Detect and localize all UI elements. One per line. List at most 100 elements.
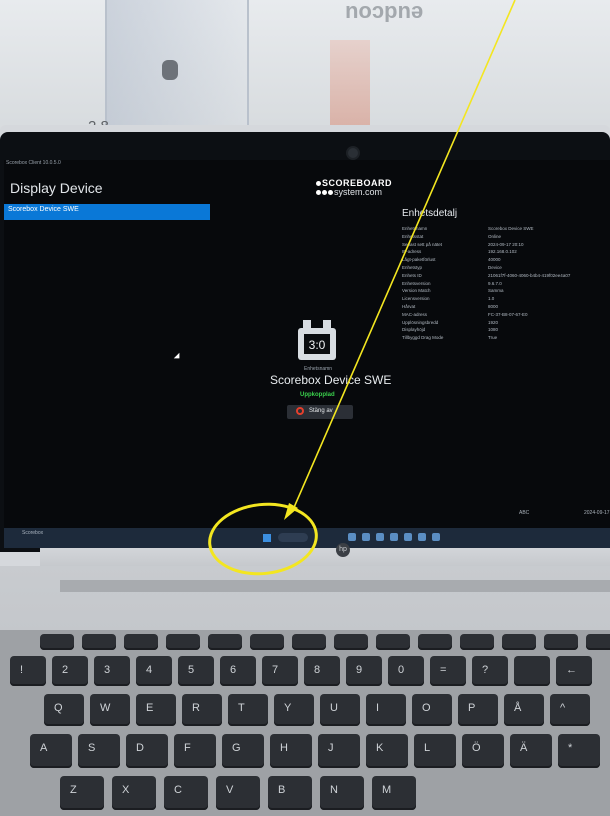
keyboard-key[interactable]: P <box>458 694 498 726</box>
keyboard-key[interactable]: 8 <box>304 656 340 686</box>
keyboard-key[interactable]: K <box>366 734 408 768</box>
details-heading: Enhetsdetalj <box>402 208 458 219</box>
detail-row: IP-adress 192.168.0.102 <box>402 248 602 256</box>
keyboard-key[interactable]: M <box>372 776 416 810</box>
taskbar-icons <box>348 533 440 541</box>
keyboard-key[interactable]: ← <box>556 656 592 686</box>
sidebar-item-device[interactable]: Scorebox Device SWE <box>4 204 210 220</box>
detail-key: Enhets ID <box>402 272 422 278</box>
keyboard-key[interactable]: 2 <box>52 656 88 686</box>
keyboard-key[interactable] <box>292 634 326 650</box>
shutdown-button[interactable]: Stäng av <box>287 405 353 419</box>
keyboard-key[interactable] <box>250 634 284 650</box>
keyboard-key[interactable] <box>82 634 116 650</box>
detail-value: 21061f7f-4060-4060-b4b4-419f02ee4a07 <box>488 272 571 278</box>
keyboard-key[interactable]: N <box>320 776 364 810</box>
detail-value: Device <box>488 264 502 270</box>
keyboard-key[interactable] <box>544 634 578 650</box>
detail-value: Samma <box>488 288 504 294</box>
keyboard: ! 2 3 4 5 6 7 8 9 0 =? ← Q W E R T Y U I O P Å ^ A S D F G H J K L Ö Ä * Z X C… <box>0 630 610 816</box>
brand-line2: system.com <box>334 187 383 197</box>
detail-key: Tillbyggd Drag Mode <box>402 335 444 341</box>
keyboard-key[interactable]: Y <box>274 694 314 726</box>
keyboard-key[interactable]: W <box>90 694 130 726</box>
taskbar-app-icon[interactable] <box>376 533 384 541</box>
keyboard-key[interactable]: L <box>414 734 456 768</box>
keyboard-key[interactable] <box>166 634 200 650</box>
keyboard-key[interactable] <box>586 634 610 650</box>
detail-key: Enhetsstat <box>402 233 424 239</box>
keyboard-key[interactable]: T <box>228 694 268 726</box>
detail-value: 192.168.0.102 <box>488 249 517 255</box>
keyboard-key[interactable]: J <box>318 734 360 768</box>
keyboard-key[interactable]: I <box>366 694 406 726</box>
hp-logo-icon: hp <box>336 543 350 557</box>
keyboard-key[interactable]: D <box>126 734 168 768</box>
keyboard-key[interactable] <box>376 634 410 650</box>
keyboard-key[interactable] <box>208 634 242 650</box>
shutdown-label: Stäng av <box>309 408 333 414</box>
keyboard-key[interactable]: * <box>558 734 600 768</box>
keyboard-key[interactable]: B <box>268 776 312 810</box>
keyboard-key[interactable]: 4 <box>136 656 172 686</box>
rink-label: eudcou <box>345 1 424 26</box>
detail-row: Upplösningsbredd 1920 <box>402 319 602 327</box>
taskbar-widget[interactable]: Scorebox <box>22 530 43 536</box>
keyboard-key[interactable]: A <box>30 734 72 768</box>
taskbar-app-icon[interactable] <box>348 533 356 541</box>
keyboard-key[interactable]: S <box>78 734 120 768</box>
detail-key: Displayhöjd <box>402 327 426 333</box>
detail-key: Version Match <box>402 288 431 294</box>
keyboard-key[interactable]: Ö <box>462 734 504 768</box>
glass-latch <box>162 60 178 80</box>
webcam <box>346 146 360 160</box>
keyboard-key[interactable]: C <box>164 776 208 810</box>
detail-value: True <box>488 335 498 341</box>
taskbar-app-icon[interactable] <box>362 533 370 541</box>
keyboard-key[interactable] <box>460 634 494 650</box>
detail-value: 40000 <box>488 257 501 263</box>
taskbar-app-icon[interactable] <box>404 533 412 541</box>
keyboard-key[interactable]: O <box>412 694 452 726</box>
svg-text:3:0: 3:0 <box>309 338 326 352</box>
keyboard-key[interactable]: X <box>112 776 156 810</box>
keyboard-key[interactable]: = <box>430 656 466 686</box>
keyboard-key[interactable] <box>514 656 550 686</box>
keyboard-key[interactable]: Q <box>44 694 84 726</box>
keyboard-key[interactable] <box>418 634 452 650</box>
keyboard-key[interactable]: F <box>174 734 216 768</box>
keyboard-key[interactable] <box>40 634 74 650</box>
keyboard-key[interactable]: 5 <box>178 656 214 686</box>
sidebar-item-label: Scorebox Device SWE <box>8 206 79 213</box>
keyboard-key[interactable]: 0 <box>388 656 424 686</box>
detail-row: Lågt-paketförlust 40000 <box>402 256 602 264</box>
keyboard-key[interactable]: G <box>222 734 264 768</box>
keyboard-key[interactable]: H <box>270 734 312 768</box>
keyboard-key[interactable]: 3 <box>94 656 130 686</box>
keyboard-key[interactable]: V <box>216 776 260 810</box>
keyboard-key[interactable] <box>334 634 368 650</box>
keyboard-key[interactable]: 7 <box>262 656 298 686</box>
detail-value: 9.6.7.0 <box>488 280 502 286</box>
keyboard-key[interactable]: 9 <box>346 656 382 686</box>
detail-key: IP-adress <box>402 249 422 255</box>
keyboard-key[interactable] <box>124 634 158 650</box>
speaker-strip <box>60 580 610 592</box>
detail-value: 8000 <box>488 303 499 309</box>
taskbar-app-icon[interactable] <box>418 533 426 541</box>
keyboard-key[interactable]: Å <box>504 694 544 726</box>
keyboard-key[interactable]: E <box>136 694 176 726</box>
keyboard-key[interactable]: U <box>320 694 360 726</box>
keyboard-key[interactable]: ^ <box>550 694 590 726</box>
taskbar-app-icon[interactable] <box>432 533 440 541</box>
keyboard-key[interactable]: ? <box>472 656 508 686</box>
keyboard-key[interactable]: 6 <box>220 656 256 686</box>
scorebox-icon: 3:0 <box>298 320 336 360</box>
keyboard-key[interactable] <box>502 634 536 650</box>
keyboard-key[interactable]: Z <box>60 776 104 810</box>
taskbar-app-icon[interactable] <box>390 533 398 541</box>
laptop-screen: Scorebox Client 10.0.5.0 Display Device … <box>4 160 610 548</box>
keyboard-key[interactable]: ! <box>10 656 46 686</box>
keyboard-key[interactable]: Ä <box>510 734 552 768</box>
keyboard-key[interactable]: R <box>182 694 222 726</box>
